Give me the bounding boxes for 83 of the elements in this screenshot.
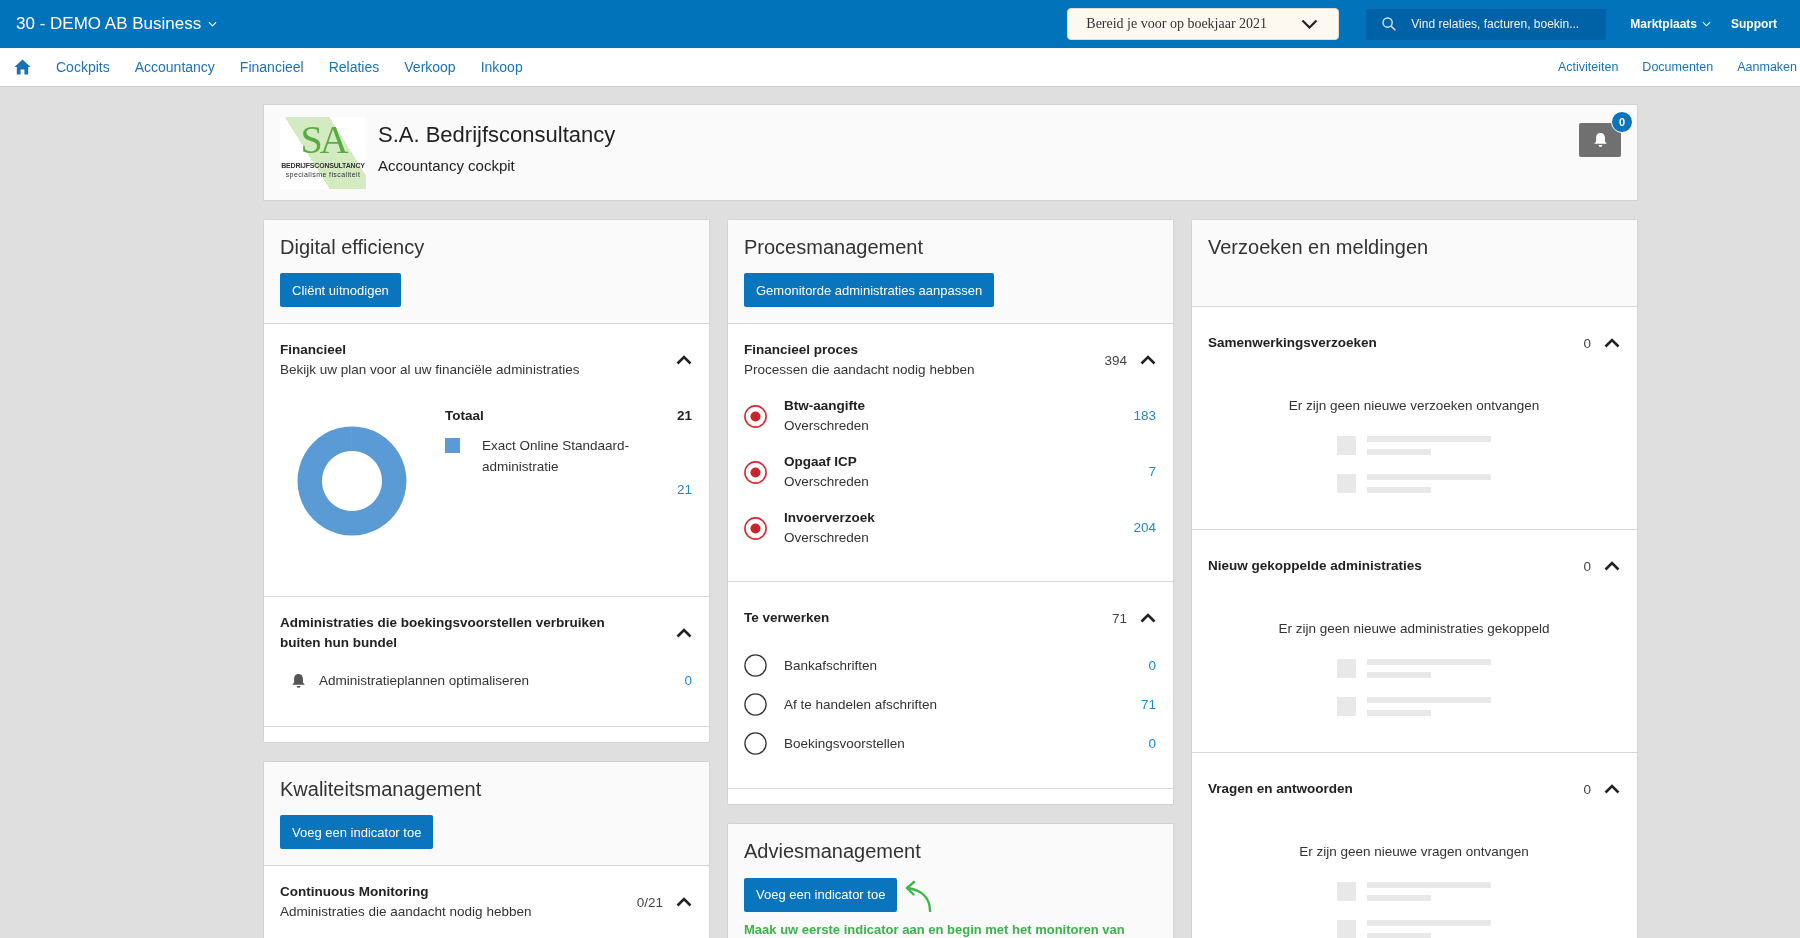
company-switcher[interactable]: 30 - DEMO AB Business — [16, 14, 218, 34]
header-link[interactable]: Support — [1731, 17, 1777, 31]
notifications-button[interactable] — [1579, 123, 1621, 157]
task-label: Af te handelen afschriften — [784, 695, 938, 714]
action-button[interactable]: Voeg een indicator toe — [280, 815, 434, 849]
empty-message: Er zijn geen nieuwe vragen ontvangen — [1298, 843, 1530, 861]
nav-link[interactable]: Relaties — [328, 59, 380, 75]
count-link[interactable]: 183 — [1133, 406, 1156, 426]
section-subtitle: Processen die aandacht nodig hebben — [744, 361, 976, 379]
action-button[interactable]: Gemonitorde administraties aanpassen — [744, 273, 995, 307]
chevron-up-icon[interactable] — [1140, 613, 1156, 623]
bell-icon — [291, 673, 306, 689]
empty-message: Er zijn geen nieuwe administraties gekoppeld — [1277, 620, 1551, 638]
nav-link[interactable]: Documenten — [1642, 60, 1714, 74]
section-title: Financieel proces — [744, 341, 860, 359]
chevron-up-icon[interactable] — [1604, 561, 1620, 571]
chevron-up-icon[interactable] — [1604, 784, 1620, 794]
section-count: 0 — [1583, 558, 1591, 574]
legend-value[interactable]: 21 — [676, 480, 692, 500]
chevron-up-icon[interactable] — [676, 628, 692, 638]
section-title: Continuous Monitoring — [280, 883, 430, 901]
count-link[interactable]: 204 — [1133, 518, 1156, 538]
task-label: Invoerverzoek — [784, 509, 875, 527]
count-link[interactable]: 71 — [1140, 694, 1156, 715]
chevron-up-icon[interactable] — [676, 355, 692, 365]
empty-message: Er zijn geen nieuwe verzoeken ontvangen — [1287, 397, 1541, 415]
nav-link[interactable]: Cockpits — [56, 59, 110, 75]
chevron-up-icon[interactable] — [1140, 355, 1156, 365]
section-title: Administraties die boekingsvoorstellen verbruiken buiten hun bundel — [280, 614, 606, 652]
chevron-up-icon[interactable] — [676, 897, 692, 907]
logo-monogram: SA — [300, 121, 346, 159]
header-link[interactable]: Marktplaats — [1630, 17, 1711, 31]
nav-link[interactable]: Verkoop — [404, 59, 456, 75]
cockpit-subtitle: Accountancy cockpit — [378, 156, 516, 176]
count-link[interactable]: 0 — [1148, 655, 1156, 676]
card-title: Procesmanagement — [744, 235, 924, 260]
task-label: Bankafschriften — [784, 656, 878, 675]
section-title: Samenwerkingsverzoeken — [1208, 334, 1378, 352]
section-title: Financieel — [280, 341, 348, 359]
search-icon — [1382, 16, 1397, 31]
section-subtitle: Bekijk uw plan voor al uw financiële administraties — [280, 361, 581, 379]
card-title: Kwaliteitsmanagement — [280, 777, 483, 802]
legend-total-label: Totaal — [445, 407, 484, 425]
nav-link[interactable]: Accountancy — [134, 59, 215, 75]
action-button[interactable]: Voeg een indicator toe — [744, 877, 898, 912]
card-title: Digital efficiency — [280, 235, 426, 260]
task-status: Overschreden — [784, 417, 869, 435]
action-button[interactable]: Cliënt uitnodigen — [280, 273, 401, 307]
legend-label: Exact Online Standaard-administratie — [482, 437, 631, 476]
task-status: Overschreden — [784, 529, 870, 547]
nav-link[interactable]: Inkoop — [480, 59, 523, 75]
card-title: Adviesmanagement — [744, 839, 922, 864]
section-count: 71 — [1111, 610, 1127, 626]
section-title: Te verwerken — [744, 609, 831, 627]
count-link[interactable]: 0 — [1148, 733, 1156, 754]
chevron-up-icon[interactable] — [1604, 338, 1620, 348]
section-subtitle: Administraties die aandacht nodig hebben — [280, 903, 533, 921]
nav-link[interactable]: Activiteiten — [1557, 60, 1619, 74]
section-count: 0 — [1583, 335, 1591, 351]
bell-icon — [1592, 132, 1608, 148]
task-label: Btw-aangifte — [784, 397, 866, 415]
section-title: Nieuw gekoppelde administraties — [1208, 557, 1423, 575]
section-count: 0/21 — [636, 894, 663, 910]
task-label: Boekingsvoorstellen — [784, 734, 905, 753]
hint-text: Maak uw eerste indicator aan en begin met het monitoren van — [744, 922, 1126, 937]
nav-link[interactable]: Financieel — [239, 59, 304, 75]
company-title: S.A. Bedrijfsconsultancy — [378, 121, 616, 149]
home-icon[interactable] — [14, 59, 31, 75]
count-link[interactable]: 7 — [1148, 462, 1156, 482]
card-title: Verzoeken en meldingen — [1208, 235, 1430, 260]
task-label: Opgaaf ICP — [784, 453, 858, 471]
task-status: Overschreden — [784, 473, 869, 491]
notification-badge: 0 — [1611, 111, 1633, 133]
section-count: 0 — [1583, 781, 1591, 797]
chevron-down-icon — [1301, 19, 1319, 29]
section-title: Vragen en antwoorden — [1208, 780, 1354, 798]
nav-link[interactable]: Aanmaken — [1737, 60, 1797, 74]
section-count: 394 — [1104, 352, 1127, 368]
count-link[interactable]: 0 — [684, 671, 692, 691]
search-field[interactable]: Vind relaties, facturen, boekin... — [1366, 8, 1607, 40]
year-dropdown[interactable]: Bereid je voor op boekjaar 2021 — [1067, 8, 1340, 40]
notice-label: Administratieplannen optimaliseren — [319, 672, 530, 690]
legend-total-value: 21 — [676, 407, 692, 425]
